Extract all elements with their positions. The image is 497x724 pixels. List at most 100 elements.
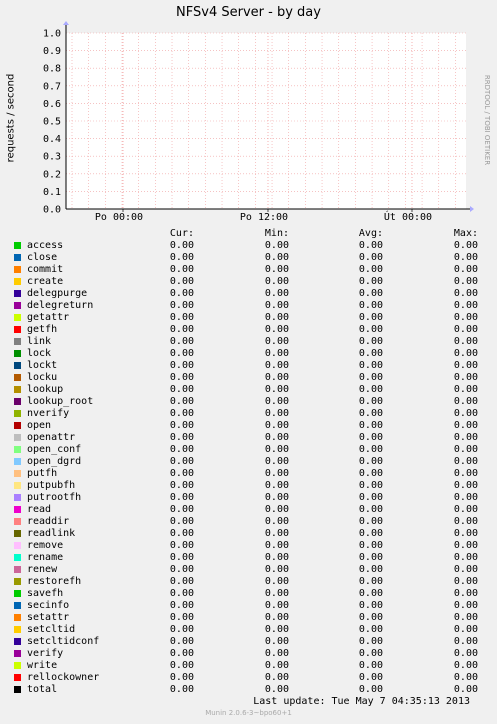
legend-row: link 0.00 0.00 0.00 0.00: [0, 336, 497, 348]
legend-label: rellockowner: [27, 672, 100, 683]
legend-value-avg: 0.00: [358, 396, 383, 407]
x-tick-label: Po 00:00: [95, 212, 143, 223]
legend-value-min: 0.00: [264, 480, 289, 491]
legend-value-min: 0.00: [264, 456, 289, 467]
legend-swatch: [14, 410, 21, 417]
legend-value-avg: 0.00: [358, 240, 383, 251]
legend-row: putrootfh 0.00 0.00 0.00 0.00: [0, 492, 497, 504]
legend-value-cur: 0.00: [169, 276, 194, 287]
legend-value-cur: 0.00: [169, 564, 194, 575]
legend-row: setattr 0.00 0.00 0.00 0.00: [0, 612, 497, 624]
legend-swatch: [14, 290, 21, 297]
legend-value-max: 0.00: [453, 444, 478, 455]
legend: Cur: Min: Avg: Max: access 0.00 0.00 0.00 0.…: [0, 228, 497, 696]
legend-row: create 0.00 0.00 0.00 0.00: [0, 276, 497, 288]
legend-value-avg: 0.00: [358, 420, 383, 431]
legend-row: putpubfh 0.00 0.00 0.00 0.00: [0, 480, 497, 492]
legend-swatch: [14, 446, 21, 453]
legend-col-avg: Avg:: [358, 228, 383, 239]
legend-swatch: [14, 554, 21, 561]
legend-value-avg: 0.00: [358, 588, 383, 599]
legend-value-max: 0.00: [453, 336, 478, 347]
y-tick-label: 0.2: [43, 169, 61, 180]
legend-value-min: 0.00: [264, 312, 289, 323]
legend-swatch: [14, 362, 21, 369]
legend-label: renew: [27, 564, 58, 575]
legend-value-cur: 0.00: [169, 372, 194, 383]
legend-col-cur: Cur:: [169, 228, 194, 239]
legend-swatch: [14, 530, 21, 537]
legend-value-cur: 0.00: [169, 288, 194, 299]
legend-swatch: [14, 482, 21, 489]
legend-swatch: [14, 386, 21, 393]
legend-row: rellockowner 0.00 0.00 0.00 0.00: [0, 672, 497, 684]
legend-row: nverify 0.00 0.00 0.00 0.00: [0, 408, 497, 420]
grid: [66, 32, 466, 209]
legend-row: total 0.00 0.00 0.00 0.00: [0, 684, 497, 696]
legend-row: putfh 0.00 0.00 0.00 0.00: [0, 468, 497, 480]
legend-row: access 0.00 0.00 0.00 0.00: [0, 240, 497, 252]
legend-label: secinfo: [27, 600, 70, 611]
legend-value-max: 0.00: [453, 384, 478, 395]
legend-row: setcltid 0.00 0.00 0.00 0.00: [0, 624, 497, 636]
legend-value-cur: 0.00: [169, 540, 194, 551]
legend-swatch: [14, 374, 21, 381]
legend-value-max: 0.00: [453, 540, 478, 551]
legend-label: lookup_root: [27, 396, 94, 407]
legend-value-max: 0.00: [453, 420, 478, 431]
x-tick-label: Po 12:00: [240, 212, 288, 223]
legend-swatch: [14, 518, 21, 525]
legend-value-min: 0.00: [264, 576, 289, 587]
legend-value-max: 0.00: [453, 312, 478, 323]
legend-value-min: 0.00: [264, 264, 289, 275]
legend-value-avg: 0.00: [358, 684, 383, 695]
legend-row: delegpurge 0.00 0.00 0.00 0.00: [0, 288, 497, 300]
legend-label: putfh: [27, 468, 58, 479]
legend-value-min: 0.00: [264, 396, 289, 407]
legend-value-max: 0.00: [453, 456, 478, 467]
legend-value-max: 0.00: [453, 240, 478, 251]
legend-row: lookup_root 0.00 0.00 0.00 0.00: [0, 396, 497, 408]
legend-swatch: [14, 278, 21, 285]
legend-row: restorefh 0.00 0.00 0.00 0.00: [0, 576, 497, 588]
legend-value-avg: 0.00: [358, 312, 383, 323]
legend-value-avg: 0.00: [358, 480, 383, 491]
legend-label: readdir: [27, 516, 70, 527]
legend-swatch: [14, 242, 21, 249]
legend-value-max: 0.00: [453, 636, 478, 647]
legend-value-min: 0.00: [264, 336, 289, 347]
legend-label: nverify: [27, 408, 70, 419]
y-tick-label: 0.5: [43, 117, 61, 128]
legend-value-min: 0.00: [264, 648, 289, 659]
legend-label: setcltidconf: [27, 636, 100, 647]
last-update: Last update: Tue May 7 04:35:13 2013: [253, 696, 470, 707]
legend-value-min: 0.00: [264, 348, 289, 359]
legend-swatch: [14, 614, 21, 621]
legend-value-cur: 0.00: [169, 624, 194, 635]
legend-value-avg: 0.00: [358, 636, 383, 647]
legend-label: lookup: [27, 384, 64, 395]
legend-value-avg: 0.00: [358, 252, 383, 263]
legend-value-max: 0.00: [453, 300, 478, 311]
legend-label: open: [27, 420, 52, 431]
plot-area: 0.0 0.1 0.2 0.3 0.4 0.5 0.6 0.7 0.8 0.9 1.0 Po 00:…: [43, 21, 474, 223]
legend-label: open_conf: [27, 444, 82, 455]
y-tick-label: 0.3: [43, 152, 61, 163]
legend-value-cur: 0.00: [169, 396, 194, 407]
legend-value-avg: 0.00: [358, 264, 383, 275]
y-tick-label: 0.1: [43, 187, 61, 198]
legend-value-cur: 0.00: [169, 648, 194, 659]
legend-row: remove 0.00 0.00 0.00 0.00: [0, 540, 497, 552]
legend-swatch: [14, 662, 21, 669]
legend-swatch: [14, 638, 21, 645]
legend-value-avg: 0.00: [358, 504, 383, 515]
legend-swatch: [14, 254, 21, 261]
legend-value-avg: 0.00: [358, 456, 383, 467]
legend-value-min: 0.00: [264, 324, 289, 335]
legend-row: renew 0.00 0.00 0.00 0.00: [0, 564, 497, 576]
legend-value-cur: 0.00: [169, 336, 194, 347]
legend-value-min: 0.00: [264, 540, 289, 551]
legend-value-avg: 0.00: [358, 276, 383, 287]
legend-value-min: 0.00: [264, 504, 289, 515]
legend-label: lock: [27, 348, 52, 359]
